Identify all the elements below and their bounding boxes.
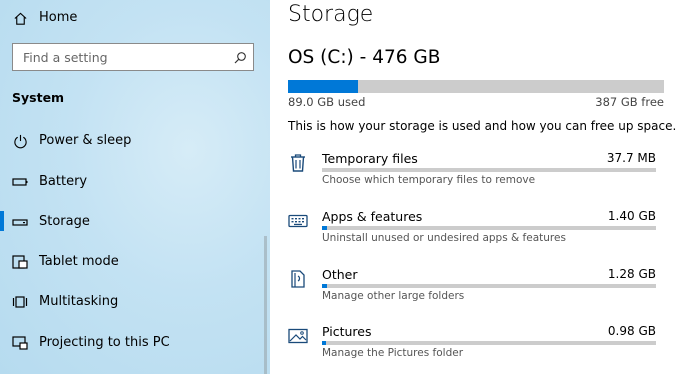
power-icon — [12, 133, 28, 149]
category-name: Pictures — [322, 324, 372, 339]
category-usage-bar — [322, 341, 656, 345]
pictures-icon — [288, 326, 308, 346]
sidebar-item-multitasking[interactable]: Multitasking — [0, 291, 270, 313]
sidebar-item-label: Tablet mode — [39, 254, 119, 269]
category-apps-features[interactable]: Apps & features 1.40 GB Uninstall unused… — [270, 209, 680, 255]
other-document-icon — [288, 269, 308, 289]
category-pictures[interactable]: Pictures 0.98 GB Manage the Pictures fol… — [270, 324, 680, 370]
battery-icon — [12, 174, 28, 190]
search-input[interactable] — [13, 44, 233, 70]
sidebar-item-storage[interactable]: Storage — [0, 211, 270, 233]
category-other[interactable]: Other 1.28 GB Manage other large folders — [270, 267, 680, 313]
trash-icon — [288, 153, 308, 173]
drive-usage-fill — [288, 80, 359, 93]
sidebar-item-power-sleep[interactable]: Power & sleep — [0, 130, 270, 152]
category-size: 1.28 GB — [607, 267, 656, 281]
drive-usage-bar[interactable] — [288, 80, 664, 93]
keyboard-icon — [288, 211, 308, 231]
sidebar-item-label: Battery — [39, 174, 88, 189]
sidebar-item-tablet-mode[interactable]: Tablet mode — [0, 251, 270, 273]
category-subtitle: Manage other large folders — [322, 290, 465, 302]
sidebar-item-projecting[interactable]: Projecting to this PC — [0, 332, 270, 354]
page-title: Storage — [288, 2, 374, 27]
category-name: Apps & features — [322, 209, 423, 224]
sidebar-scrollbar[interactable] — [264, 236, 267, 374]
category-usage-fill — [322, 226, 328, 230]
category-usage-bar — [322, 226, 656, 230]
sidebar-item-battery[interactable]: Battery — [0, 171, 270, 193]
section-title: System — [12, 90, 65, 105]
category-usage-bar — [322, 168, 656, 172]
main-panel: Storage OS (C:) - 476 GB 89.0 GB used 38… — [270, 0, 680, 374]
category-subtitle: Manage the Pictures folder — [322, 347, 464, 359]
category-usage-fill — [322, 284, 327, 288]
search-box[interactable] — [12, 43, 254, 71]
category-temporary-files[interactable]: Temporary files 37.7 MB Choose which tem… — [270, 151, 680, 197]
sidebar-home-label: Home — [39, 10, 78, 25]
sidebar-home[interactable]: Home — [0, 8, 270, 28]
storage-description: This is how your storage is used and how… — [288, 119, 677, 133]
projecting-icon — [12, 335, 28, 351]
category-size: 0.98 GB — [607, 324, 656, 338]
used-label: 89.0 GB used — [288, 95, 366, 109]
multitasking-icon — [12, 294, 28, 310]
category-subtitle: Choose which temporary files to remove — [322, 174, 536, 186]
storage-icon — [12, 214, 28, 230]
sidebar-item-label: Multitasking — [39, 294, 119, 309]
tablet-mode-icon — [12, 254, 28, 270]
sidebar-item-label: Power & sleep — [39, 133, 132, 148]
category-usage-fill — [322, 341, 326, 345]
free-label: 387 GB free — [595, 95, 664, 109]
category-usage-bar — [322, 284, 656, 288]
sidebar-item-label: Projecting to this PC — [39, 335, 170, 350]
search-icon[interactable] — [233, 50, 247, 64]
category-size: 37.7 MB — [606, 151, 656, 165]
sidebar-item-label: Storage — [39, 214, 90, 229]
category-subtitle: Uninstall unused or undesired apps & fea… — [322, 232, 566, 244]
home-icon — [12, 10, 28, 26]
category-name: Other — [322, 267, 358, 282]
drive-title[interactable]: OS (C:) - 476 GB — [288, 47, 440, 68]
category-name: Temporary files — [322, 151, 418, 166]
sidebar: Home System Power & sleep Battery Storag… — [0, 0, 270, 374]
category-size: 1.40 GB — [607, 209, 656, 223]
